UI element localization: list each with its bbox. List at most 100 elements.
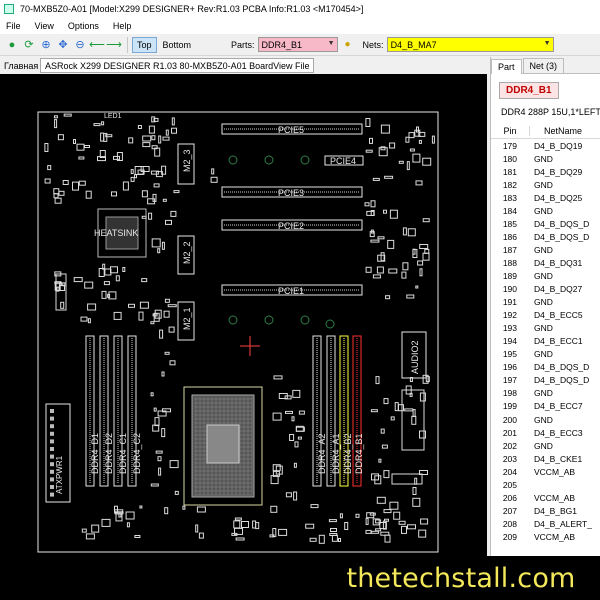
- component: [85, 190, 92, 199]
- menu-options[interactable]: Options: [68, 21, 99, 31]
- toolbar: ● ⟳ ⊕ ✥ ⊖ ⟵ ⟶ Top Bottom Parts: DDR4_B1 …: [0, 34, 600, 56]
- table-row[interactable]: 182 GND: [491, 178, 600, 191]
- zoom-out-icon[interactable]: ⊖: [72, 37, 88, 53]
- table-row[interactable]: 206 VCCM_AB: [491, 491, 600, 504]
- menu-file[interactable]: File: [6, 21, 21, 31]
- table-row[interactable]: 185 D4_B_DQS_D: [491, 217, 600, 230]
- table-row[interactable]: 181 D4_B_DQ29: [491, 165, 600, 178]
- table-row[interactable]: 186 D4_B_DQS_D: [491, 230, 600, 243]
- net-name: D4_B_DQ19: [534, 140, 583, 151]
- component: [372, 177, 380, 181]
- component: [161, 428, 166, 438]
- table-row[interactable]: 208 D4_B_ALERT_: [491, 517, 600, 530]
- pin-number: 183: [502, 192, 517, 203]
- column-pin[interactable]: Pin: [491, 126, 529, 136]
- top-side-button[interactable]: Top: [132, 36, 157, 53]
- component: [157, 456, 162, 462]
- board-view[interactable]: PCIE5 PCIE4 PCIE3 PCIE2 PCIE1 M2_3 M2_2 …: [0, 74, 487, 600]
- menu-view[interactable]: View: [35, 21, 54, 31]
- pin-number: 182: [502, 179, 517, 190]
- audio2-label: AUDIO2: [410, 340, 420, 374]
- component: [182, 505, 186, 510]
- net-name: D4_B_DQS_D: [534, 218, 590, 229]
- document-tab[interactable]: ASRock X299 DESIGNER R1.03 80-MXB5Z0-A01…: [40, 58, 315, 73]
- component: [406, 294, 415, 299]
- table-row[interactable]: 184 GND: [491, 204, 600, 217]
- table-row[interactable]: 192 D4_B_ECC5: [491, 309, 600, 322]
- component: [366, 210, 375, 216]
- component: [383, 470, 390, 479]
- net-name: GND: [534, 323, 553, 334]
- column-netname[interactable]: NetName: [529, 125, 600, 136]
- refresh-icon[interactable]: ⟳: [21, 37, 37, 53]
- table-row[interactable]: 197 D4_B_DQS_D: [491, 374, 600, 387]
- table-row[interactable]: 205: [491, 478, 600, 491]
- lightbulb-icon[interactable]: ●: [341, 38, 355, 52]
- menu-help[interactable]: Help: [113, 21, 132, 31]
- table-row[interactable]: 190 D4_B_DQ27: [491, 283, 600, 296]
- forward-icon[interactable]: ⟶: [106, 37, 122, 53]
- component: [411, 415, 417, 425]
- table-row[interactable]: 204 VCCM_AB: [491, 465, 600, 478]
- component: [416, 126, 419, 133]
- component: [158, 135, 162, 144]
- table-row[interactable]: 193 GND: [491, 322, 600, 335]
- component: [150, 483, 159, 487]
- table-row[interactable]: 179 D4_B_DQ19: [491, 139, 600, 152]
- table-row[interactable]: 198 GND: [491, 387, 600, 400]
- table-row[interactable]: 194 D4_B_ECC1: [491, 335, 600, 348]
- component: [420, 518, 429, 525]
- open-icon[interactable]: ●: [4, 37, 20, 53]
- component: [285, 492, 292, 498]
- back-icon[interactable]: ⟵: [89, 37, 105, 53]
- chevron-down-icon[interactable]: ▼: [328, 40, 335, 47]
- tab-net[interactable]: Net (3): [522, 58, 565, 73]
- component: [415, 285, 419, 289]
- pcie2-label: PCIE2: [278, 221, 304, 231]
- table-row[interactable]: 189 GND: [491, 269, 600, 282]
- tab-part[interactable]: Part: [491, 59, 522, 74]
- component: [417, 260, 424, 266]
- component: [78, 156, 85, 160]
- table-row[interactable]: 195 GND: [491, 348, 600, 361]
- table-row[interactable]: 209 VCCM_AB: [491, 530, 600, 543]
- parts-combo[interactable]: DDR4_B1 ▼: [257, 37, 338, 52]
- table-row[interactable]: 199 D4_B_ECC7: [491, 400, 600, 413]
- component: [379, 522, 387, 529]
- component: [130, 176, 135, 182]
- component: [390, 416, 395, 421]
- net-name: VCCM_AB: [534, 492, 576, 503]
- bottom-side-button[interactable]: Bottom: [159, 37, 196, 53]
- table-row[interactable]: 203 D4_B_CKE1: [491, 452, 600, 465]
- zoom-in-icon[interactable]: ⊕: [38, 37, 54, 53]
- nets-combo[interactable]: D4_B_MA7 ▼: [386, 37, 554, 52]
- component: [398, 404, 404, 412]
- ddr4-b1-label: DDR4_B1: [354, 433, 364, 474]
- component: [154, 147, 161, 157]
- table-row[interactable]: 207 D4_B_BG1: [491, 504, 600, 517]
- m2-2-label: M2_2: [182, 241, 192, 264]
- table-row[interactable]: 191 GND: [491, 296, 600, 309]
- board-canvas[interactable]: PCIE5 PCIE4 PCIE3 PCIE2 PCIE1 M2_3 M2_2 …: [0, 74, 487, 600]
- atx-pin: [50, 492, 54, 497]
- fit-icon[interactable]: ✥: [55, 37, 71, 53]
- net-name: D4_B_DQ31: [534, 257, 583, 268]
- table-row[interactable]: 201 D4_B_ECC3: [491, 426, 600, 439]
- pin-table[interactable]: Pin NetName 179 D4_B_DQ19 180 GND 181 D4_B_DQ…: [491, 123, 600, 600]
- component: [125, 511, 135, 520]
- net-name: D4_B_DQ27: [534, 284, 583, 295]
- table-row[interactable]: 196 D4_B_DQS_D: [491, 361, 600, 374]
- component: [384, 534, 391, 543]
- table-row[interactable]: 202 GND: [491, 439, 600, 452]
- table-row[interactable]: 180 GND: [491, 152, 600, 165]
- chevron-down-icon[interactable]: ▼: [544, 40, 551, 47]
- net-name: D4_B_CKE1: [534, 453, 583, 464]
- component: [365, 517, 369, 525]
- ddr4-a1-label: DDR4_A1: [331, 433, 341, 474]
- component: [369, 137, 373, 144]
- table-row[interactable]: 187 GND: [491, 243, 600, 256]
- table-row[interactable]: 188 D4_B_DQ31: [491, 256, 600, 269]
- net-name: GND: [534, 270, 553, 281]
- table-row[interactable]: 183 D4_B_DQ25: [491, 191, 600, 204]
- table-row[interactable]: 200 GND: [491, 413, 600, 426]
